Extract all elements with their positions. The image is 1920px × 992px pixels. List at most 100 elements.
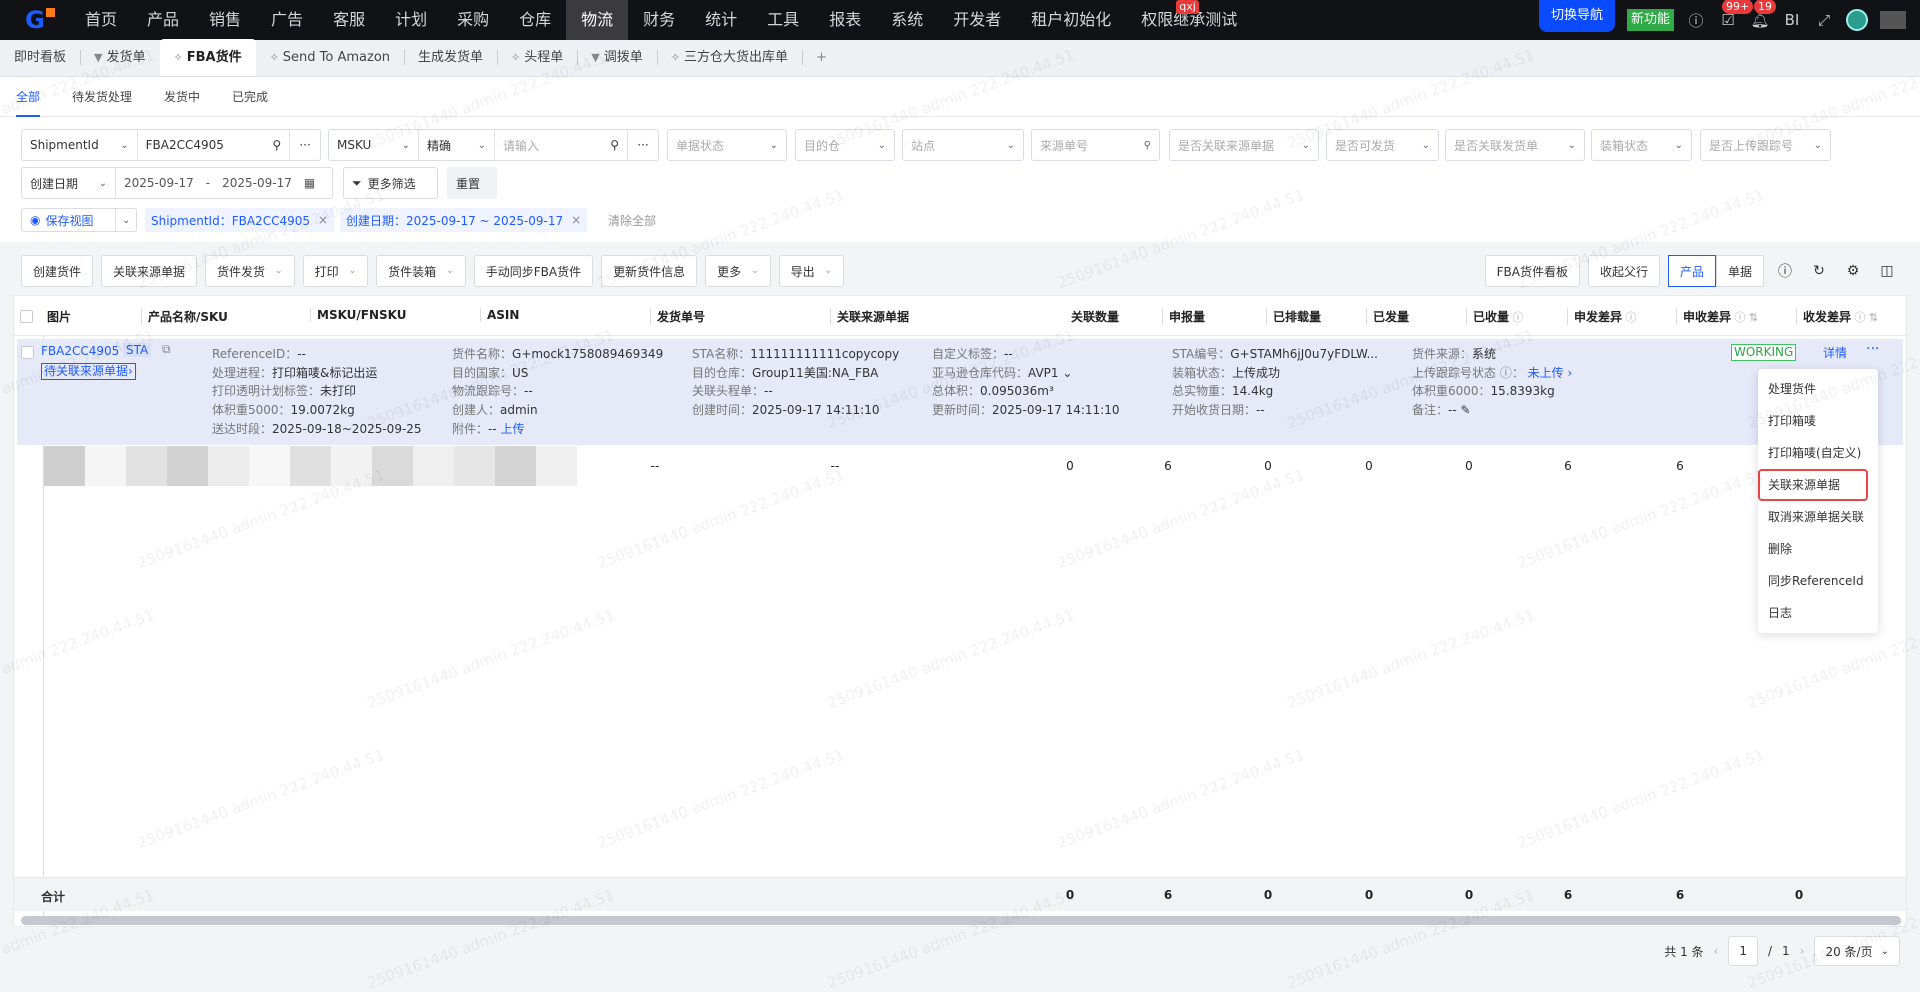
status-tab[interactable]: 待发货处理 [72, 77, 132, 116]
menu-item[interactable]: 同步ReferenceId [1758, 565, 1878, 597]
more-options-icon[interactable]: ··· [290, 138, 320, 152]
toolbar-button[interactable]: 货件装箱 ⌄ [376, 255, 466, 287]
tab-item[interactable]: 即时看板 [0, 39, 80, 76]
help-icon[interactable]: ⓘ [1622, 311, 1637, 324]
column-header[interactable]: 产品名称/SKU [141, 308, 228, 325]
tab-item[interactable]: 生成发货单 [404, 39, 497, 76]
save-view-button[interactable]: ◉ 保存视图 [22, 209, 116, 231]
pin-icon[interactable]: ✧ [270, 51, 279, 64]
nav-item[interactable]: 广告 [256, 0, 318, 40]
page-input[interactable]: 1 [1728, 936, 1758, 966]
detail-link[interactable]: 详情 [1823, 344, 1847, 361]
shipment-id-input[interactable]: FBA2CC4905 ⚲ [138, 130, 291, 160]
close-icon[interactable]: × [318, 213, 328, 227]
can-ship-select[interactable]: 是否可发货 ⌄ [1326, 129, 1439, 161]
msku-input[interactable]: 请输入 ⚲ [495, 130, 628, 160]
menu-item[interactable]: 删除 [1758, 533, 1878, 565]
reset-button[interactable]: 重置 [447, 167, 497, 199]
toolbar-button[interactable]: 创建货件 [21, 255, 94, 287]
nav-item[interactable]: 租户初始化 [1016, 0, 1126, 40]
more-options-icon[interactable]: ··· [628, 138, 658, 152]
status-tab[interactable]: 全部 [16, 77, 41, 117]
column-header[interactable]: 已排载量 [1266, 308, 1321, 325]
toolbar-button[interactable]: 打印 ⌄ [302, 255, 369, 287]
menu-item[interactable]: 日志 [1758, 597, 1878, 629]
menu-item[interactable]: 处理货件 [1758, 373, 1878, 405]
nav-item[interactable]: 报表 [814, 0, 876, 40]
nav-item[interactable]: 计划 [380, 0, 442, 40]
help-icon[interactable]: ⓘ [1509, 311, 1524, 324]
column-header[interactable]: 发货单号 [650, 308, 705, 325]
new-feature-button[interactable]: 新功能 [1626, 9, 1674, 31]
pending-link-tag[interactable]: 待关联来源单据› [41, 363, 136, 380]
column-header[interactable]: 收发差异 ⓘ ⇅ [1796, 308, 1878, 325]
fullscreen-icon[interactable]: ⤢ [1814, 11, 1834, 29]
status-tab[interactable]: 发货中 [164, 77, 200, 116]
close-icon[interactable]: × [571, 213, 581, 227]
info-icon[interactable]: ⓘ [1686, 10, 1706, 31]
date-type-select[interactable]: 创建日期 ⌄ [22, 168, 116, 198]
status-select[interactable]: 单据状态 ⌄ [667, 129, 787, 161]
pin-icon[interactable]: ✧ [174, 51, 183, 64]
bell-icon[interactable]: 🔔︎ 19 [1750, 0, 1776, 29]
help-icon[interactable]: ⓘ [1772, 261, 1798, 281]
nav-item[interactable]: 工具 [752, 0, 814, 40]
nav-item[interactable]: 系统 [876, 0, 938, 40]
horizontal-scrollbar[interactable] [21, 916, 1901, 925]
more-filters-button[interactable]: ⏷ 更多筛选 [343, 167, 438, 199]
pin-icon[interactable]: ✧ [671, 51, 680, 64]
packing-select[interactable]: 装箱状态 ⌄ [1591, 129, 1692, 161]
tab-item[interactable]: ✧ Send To Amazon [256, 39, 404, 76]
tab-item[interactable]: ▼ 发货单 [80, 39, 159, 76]
column-header[interactable]: 已收量 ⓘ [1466, 308, 1524, 325]
nav-item[interactable]: 权限继承测试 qxj [1126, 0, 1252, 40]
nav-item[interactable]: 开发者 [938, 0, 1016, 40]
bi-button[interactable]: BI [1782, 11, 1802, 29]
column-header[interactable]: 申收差异 ⓘ ⇅ [1676, 308, 1758, 325]
nav-item[interactable]: 统计 [690, 0, 752, 40]
source-no-input[interactable]: 来源单号 ⚲ [1031, 129, 1160, 161]
nav-item[interactable]: 物流 [566, 0, 629, 40]
columns-icon[interactable]: ◫ [1874, 263, 1900, 279]
sort-icon[interactable]: ⇅ [1746, 311, 1758, 324]
tab-item[interactable]: ✧ FBA货件 [159, 39, 256, 76]
pin-icon[interactable]: ✧ [511, 51, 520, 64]
add-tab-button[interactable]: + [802, 39, 841, 76]
switch-nav-button[interactable]: 切换导航 [1538, 0, 1615, 32]
pinned-icon[interactable]: ▼ [94, 51, 102, 64]
search-icon[interactable]: ⚲ [1138, 140, 1151, 151]
collapse-parent-button[interactable]: 收起父行 [1587, 255, 1660, 287]
nav-item[interactable]: 客服 [318, 0, 380, 40]
copy-icon[interactable]: ⧉ [162, 342, 171, 357]
refresh-icon[interactable]: ↻ [1806, 263, 1832, 279]
nav-item[interactable]: 首页 [70, 0, 132, 40]
status-tab[interactable]: 已完成 [232, 77, 268, 116]
shipment-id-link[interactable]: FBA2CC4905 [41, 344, 119, 358]
nav-item[interactable]: 销售 [194, 0, 256, 40]
select-all-checkbox[interactable] [20, 310, 33, 323]
tab-item[interactable]: ✧ 头程单 [497, 39, 577, 76]
prev-page-icon[interactable]: ‹ [1714, 944, 1719, 958]
field-link[interactable]: 上传 [501, 422, 525, 436]
menu-item[interactable]: 打印箱唛(自定义) [1758, 437, 1878, 469]
toolbar-button[interactable]: 更多 ⌄ [705, 255, 771, 287]
tab-item[interactable]: ▼ 调拨单 [577, 39, 656, 76]
toolbar-button[interactable]: 导出 ⌄ [778, 255, 845, 287]
column-header[interactable]: 关联来源单据 [830, 308, 909, 325]
clear-all-link[interactable]: 清除全部 [608, 212, 656, 229]
field-link[interactable]: 未上传 › [1528, 366, 1573, 380]
menu-item[interactable]: 打印箱唛 [1758, 405, 1878, 437]
settings-icon[interactable]: ⚙ [1840, 263, 1866, 279]
column-header[interactable]: 图片 [41, 308, 71, 325]
more-icon[interactable]: ··· [1866, 341, 1879, 357]
toolbar-button[interactable]: 货件发货 ⌄ [205, 255, 295, 287]
tab-item[interactable]: ✧ 三方仓大货出库单 [656, 39, 802, 76]
column-header[interactable]: MSKU/FNSKU [310, 308, 407, 322]
nav-item[interactable]: 采购 [442, 0, 504, 40]
column-header[interactable]: 关联数量 [1065, 308, 1119, 325]
linked-source-select[interactable]: 是否关联来源单据 ⌄ [1169, 129, 1319, 161]
match-mode-select[interactable]: 精确 ⌄ [419, 130, 495, 160]
menu-item[interactable]: 关联来源单据 [1758, 469, 1868, 501]
toolbar-button[interactable]: 手动同步FBA货件 [473, 255, 594, 287]
column-header[interactable]: ASIN [480, 308, 519, 322]
